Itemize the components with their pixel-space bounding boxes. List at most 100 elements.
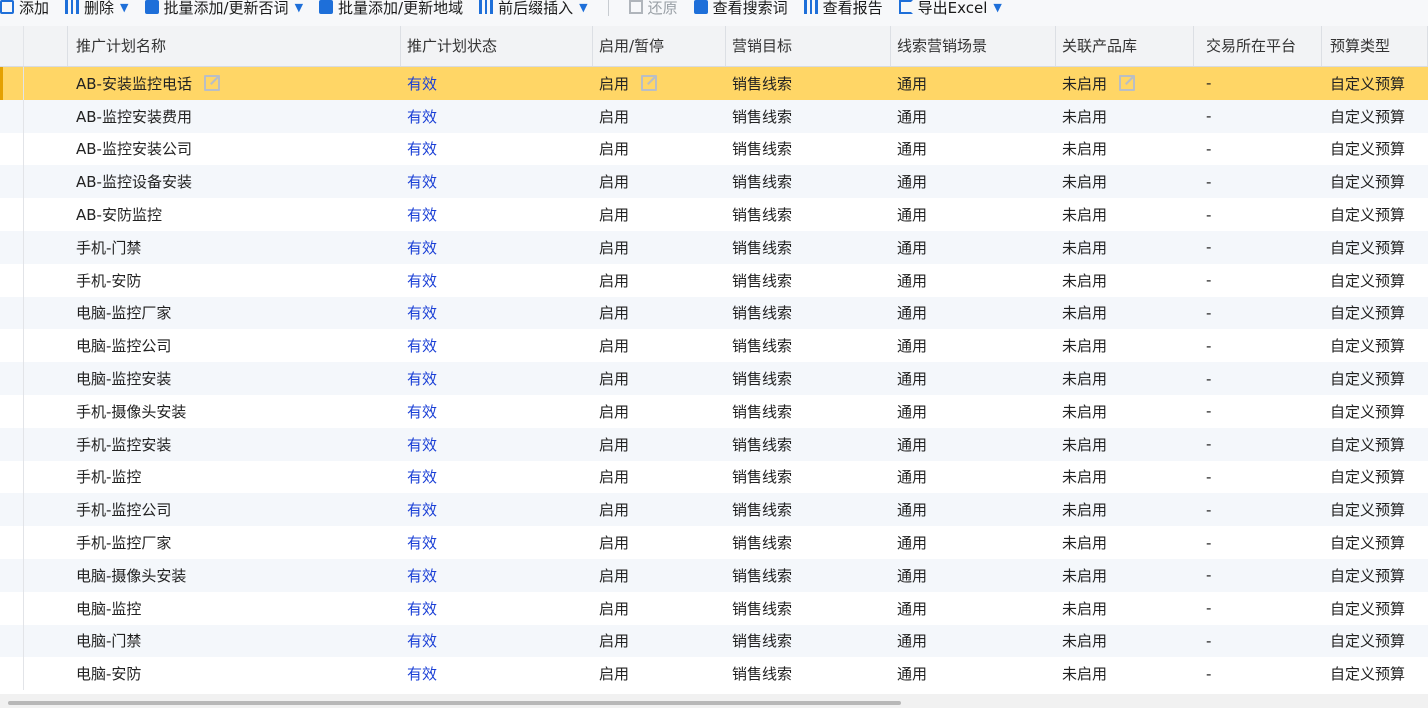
horizontal-scrollbar[interactable] <box>0 694 1428 708</box>
cell-product-library[interactable]: 未启用 <box>1056 73 1194 94</box>
cell-product-library[interactable]: 未启用 <box>1056 302 1194 323</box>
cell-plan-name[interactable]: AB-监控设备安装 <box>68 171 401 192</box>
cell-plan-name[interactable]: 手机-监控安装 <box>68 434 401 455</box>
chevron-down-icon[interactable]: ▼ <box>993 1 1001 14</box>
cell-product-library[interactable]: 未启用 <box>1056 368 1194 389</box>
add-button[interactable]: 添加 <box>0 0 49 18</box>
column-header-product-library[interactable]: 关联产品库 <box>1056 26 1194 66</box>
cell-plan-name[interactable]: 手机-监控 <box>68 466 401 487</box>
column-header-budget-type[interactable]: 预算类型 <box>1322 26 1428 66</box>
column-header-enable-pause[interactable]: 启用/暂停 <box>593 26 726 66</box>
cell-enable-pause[interactable]: 启用 <box>593 434 726 455</box>
cell-plan-name[interactable]: 手机-监控公司 <box>68 499 401 520</box>
table-row[interactable]: 手机-摄像头安装 有效 启用 销售线索 通用 未启用 - 自定义预算 <box>0 394 1428 428</box>
cell-enable-pause[interactable]: 启用 <box>593 237 726 258</box>
table-row[interactable]: 电脑-监控 有效 启用 销售线索 通用 未启用 - 自定义预算 <box>0 591 1428 625</box>
cell-product-library[interactable]: 未启用 <box>1056 466 1194 487</box>
cell-plan-name[interactable]: 电脑-摄像头安装 <box>68 565 401 586</box>
view-search-terms-button[interactable]: 查看搜索词 <box>693 0 788 18</box>
cell-plan-name[interactable]: 手机-摄像头安装 <box>68 401 401 422</box>
table-row[interactable]: AB-监控安装公司 有效 启用 销售线索 通用 未启用 - 自定义预算 <box>0 132 1428 166</box>
cell-plan-name[interactable]: 手机-监控厂家 <box>68 532 401 553</box>
cell-plan-name[interactable]: AB-监控安装公司 <box>68 138 401 159</box>
cell-enable-pause[interactable]: 启用 <box>593 499 726 520</box>
column-header-plan-status[interactable]: 推广计划状态 <box>401 26 593 66</box>
view-report-button[interactable]: 查看报告 <box>803 0 883 18</box>
table-row[interactable]: AB-安装监控电话 有效 启用 销售线索 通用 未启用 - 自定义预算 <box>0 67 1428 100</box>
cell-enable-pause[interactable]: 启用 <box>593 73 726 94</box>
cell-plan-name[interactable]: 电脑-安防 <box>68 663 401 684</box>
cell-product-library[interactable]: 未启用 <box>1056 237 1194 258</box>
table-row[interactable]: 手机-监控公司 有效 启用 销售线索 通用 未启用 - 自定义预算 <box>0 493 1428 527</box>
cell-product-library[interactable]: 未启用 <box>1056 270 1194 291</box>
column-header-trade-platform[interactable]: 交易所在平台 <box>1194 26 1322 66</box>
table-row[interactable]: 手机-门禁 有效 启用 销售线索 通用 未启用 - 自定义预算 <box>0 230 1428 264</box>
table-row[interactable]: 电脑-门禁 有效 启用 销售线索 通用 未启用 - 自定义预算 <box>0 624 1428 658</box>
cell-product-library[interactable]: 未启用 <box>1056 565 1194 586</box>
cell-product-library[interactable]: 未启用 <box>1056 598 1194 619</box>
table-row[interactable]: AB-监控安装费用 有效 启用 销售线索 通用 未启用 - 自定义预算 <box>0 99 1428 133</box>
table-row[interactable]: AB-安防监控 有效 启用 销售线索 通用 未启用 - 自定义预算 <box>0 198 1428 231</box>
cell-enable-pause[interactable]: 启用 <box>593 335 726 356</box>
cell-plan-name[interactable]: 电脑-监控厂家 <box>68 302 401 323</box>
edit-icon[interactable] <box>641 75 658 92</box>
cell-enable-pause[interactable]: 启用 <box>593 171 726 192</box>
cell-product-library[interactable]: 未启用 <box>1056 663 1194 684</box>
cell-product-library[interactable]: 未启用 <box>1056 106 1194 127</box>
restore-button[interactable]: 还原 <box>628 0 678 18</box>
cell-enable-pause[interactable]: 启用 <box>593 598 726 619</box>
cell-plan-name[interactable]: 电脑-门禁 <box>68 630 401 651</box>
cell-plan-name[interactable]: 电脑-监控安装 <box>68 368 401 389</box>
table-row[interactable]: 手机-安防 有效 启用 销售线索 通用 未启用 - 自定义预算 <box>0 263 1428 297</box>
cell-enable-pause[interactable]: 启用 <box>593 302 726 323</box>
cell-plan-name[interactable]: AB-监控安装费用 <box>68 106 401 127</box>
chevron-down-icon[interactable]: ▼ <box>579 1 587 14</box>
table-row[interactable]: 手机-监控厂家 有效 启用 销售线索 通用 未启用 - 自定义预算 <box>0 526 1428 559</box>
table-row[interactable]: 手机-监控安装 有效 启用 销售线索 通用 未启用 - 自定义预算 <box>0 427 1428 461</box>
cell-enable-pause[interactable]: 启用 <box>593 532 726 553</box>
cell-enable-pause[interactable]: 启用 <box>593 368 726 389</box>
cell-enable-pause[interactable]: 启用 <box>593 270 726 291</box>
cell-enable-pause[interactable]: 启用 <box>593 663 726 684</box>
chevron-down-icon[interactable]: ▼ <box>295 1 303 14</box>
cell-enable-pause[interactable]: 启用 <box>593 138 726 159</box>
batch-region-button[interactable]: 批量添加/更新地域 <box>319 0 463 18</box>
cell-enable-pause[interactable]: 启用 <box>593 106 726 127</box>
cell-product-library[interactable]: 未启用 <box>1056 630 1194 651</box>
cell-product-library[interactable]: 未启用 <box>1056 204 1194 225</box>
edit-icon[interactable] <box>1119 75 1136 92</box>
table-row[interactable]: 手机-监控 有效 启用 销售线索 通用 未启用 - 自定义预算 <box>0 460 1428 494</box>
column-header-plan-name[interactable]: 推广计划名称 <box>68 26 401 66</box>
cell-product-library[interactable]: 未启用 <box>1056 171 1194 192</box>
cell-product-library[interactable]: 未启用 <box>1056 138 1194 159</box>
column-header-marketing-goal[interactable]: 营销目标 <box>726 26 891 66</box>
cell-plan-name[interactable]: 手机-门禁 <box>68 237 401 258</box>
chevron-down-icon[interactable]: ▼ <box>120 1 128 14</box>
cell-product-library[interactable]: 未启用 <box>1056 499 1194 520</box>
cell-product-library[interactable]: 未启用 <box>1056 434 1194 455</box>
cell-product-library[interactable]: 未启用 <box>1056 335 1194 356</box>
table-row[interactable]: 电脑-安防 有效 启用 销售线索 通用 未启用 - 自定义预算 <box>0 657 1428 691</box>
cell-enable-pause[interactable]: 启用 <box>593 630 726 651</box>
cell-enable-pause[interactable]: 启用 <box>593 565 726 586</box>
cell-product-library[interactable]: 未启用 <box>1056 532 1194 553</box>
table-row[interactable]: 电脑-监控安装 有效 启用 销售线索 通用 未启用 - 自定义预算 <box>0 362 1428 395</box>
prefix-suffix-button[interactable]: 前后缀插入 ▼ <box>479 0 588 18</box>
cell-plan-name[interactable]: 电脑-监控 <box>68 598 401 619</box>
cell-plan-name[interactable]: 手机-安防 <box>68 270 401 291</box>
cell-plan-name[interactable]: AB-安装监控电话 <box>68 73 401 94</box>
cell-product-library[interactable]: 未启用 <box>1056 401 1194 422</box>
delete-button[interactable]: 删除 ▼ <box>65 0 129 18</box>
cell-enable-pause[interactable]: 启用 <box>593 466 726 487</box>
table-row[interactable]: AB-监控设备安装 有效 启用 销售线索 通用 未启用 - 自定义预算 <box>0 165 1428 199</box>
table-row[interactable]: 电脑-监控厂家 有效 启用 销售线索 通用 未启用 - 自定义预算 <box>0 296 1428 330</box>
edit-icon[interactable] <box>203 75 220 92</box>
batch-negative-keywords-button[interactable]: 批量添加/更新否词 ▼ <box>144 0 303 18</box>
table-row[interactable]: 电脑-监控公司 有效 启用 销售线索 通用 未启用 - 自定义预算 <box>0 329 1428 363</box>
cell-plan-name[interactable]: AB-安防监控 <box>68 204 401 225</box>
export-excel-button[interactable]: 导出Excel ▼ <box>898 0 1002 18</box>
cell-plan-name[interactable]: 电脑-监控公司 <box>68 335 401 356</box>
table-row[interactable]: 电脑-摄像头安装 有效 启用 销售线索 通用 未启用 - 自定义预算 <box>0 558 1428 592</box>
cell-enable-pause[interactable]: 启用 <box>593 204 726 225</box>
cell-enable-pause[interactable]: 启用 <box>593 401 726 422</box>
